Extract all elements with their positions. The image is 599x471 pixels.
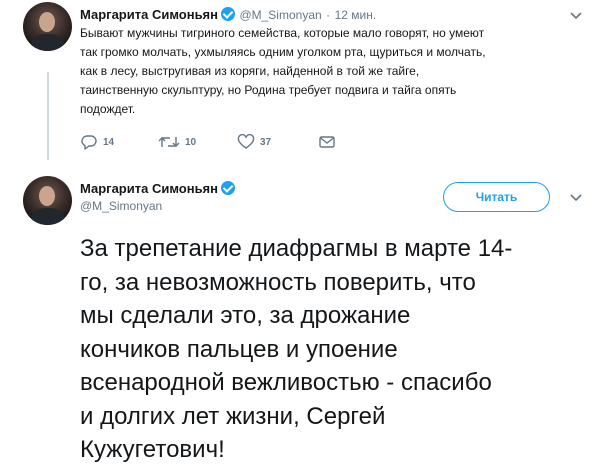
tweet-text: Бывают мужчины тигриного семейства, кото… xyxy=(80,24,578,119)
tweet-header: Маргарита Симоньян @M_Simonyan · 12 мин. xyxy=(80,6,376,24)
follow-button[interactable]: Читать xyxy=(443,182,550,212)
dm-button[interactable] xyxy=(318,134,336,150)
author-name[interactable]: Маргарита Симоньян xyxy=(80,7,218,22)
retweet-button[interactable]: 10 xyxy=(158,134,196,150)
verified-badge-icon xyxy=(221,181,235,195)
tweet-text-line: и долгих лет жизни, Сергей xyxy=(80,402,386,430)
tweet-text-line: За трепетание диафрагмы в марте 14- xyxy=(80,235,513,262)
avatar[interactable] xyxy=(23,2,72,51)
tweet-text-line: кончиков пальцев и упоение xyxy=(80,335,398,363)
separator: · xyxy=(326,8,331,22)
tweet-text-line: го, за невозможность поверить, что xyxy=(80,268,476,296)
tweet-text-line: как в лесу, выстругивая из коряги, найде… xyxy=(80,64,420,78)
author-handle[interactable]: @M_Simonyan xyxy=(80,199,162,213)
reply-button[interactable]: 14 xyxy=(80,134,114,150)
retweet-icon xyxy=(158,137,180,147)
like-count: 37 xyxy=(260,136,272,148)
tweet-text-line: мы сделали это, за дрожание xyxy=(80,302,411,329)
chevron-down-icon[interactable] xyxy=(569,9,583,23)
tweet-text-line: всенародной вежливостью - спасибо xyxy=(80,369,492,396)
tweet-text-line: так громко молчать, ухмыляясь одним угол… xyxy=(80,45,486,59)
tweet-text: За трепетание диафрагмы в марте 14- го, … xyxy=(80,232,585,467)
envelope-icon xyxy=(319,136,335,148)
tweet-text-line: Бывают мужчины тигриного семейства, кото… xyxy=(80,26,485,40)
tweet-text-line: таинственную скульптуру, но Родина требу… xyxy=(80,83,457,97)
chevron-down-icon[interactable] xyxy=(569,191,583,205)
author-handle[interactable]: @M_Simonyan xyxy=(239,8,321,22)
thread-line xyxy=(47,72,49,160)
author-name[interactable]: Маргарита Симоньян xyxy=(80,181,218,196)
tweet-text-line: Кужугетович! xyxy=(80,436,225,463)
reply-count: 14 xyxy=(103,136,115,148)
reply-icon xyxy=(81,135,97,150)
verified-badge-icon xyxy=(221,7,235,21)
retweet-count: 10 xyxy=(185,136,197,148)
heart-icon xyxy=(237,134,255,149)
tweet-header: Маргарита Симоньян xyxy=(80,180,235,198)
like-button[interactable]: 37 xyxy=(237,134,271,150)
tweet-text-line: подождет. xyxy=(80,102,136,116)
avatar[interactable] xyxy=(23,176,72,225)
timestamp[interactable]: 12 мин. xyxy=(335,8,377,22)
